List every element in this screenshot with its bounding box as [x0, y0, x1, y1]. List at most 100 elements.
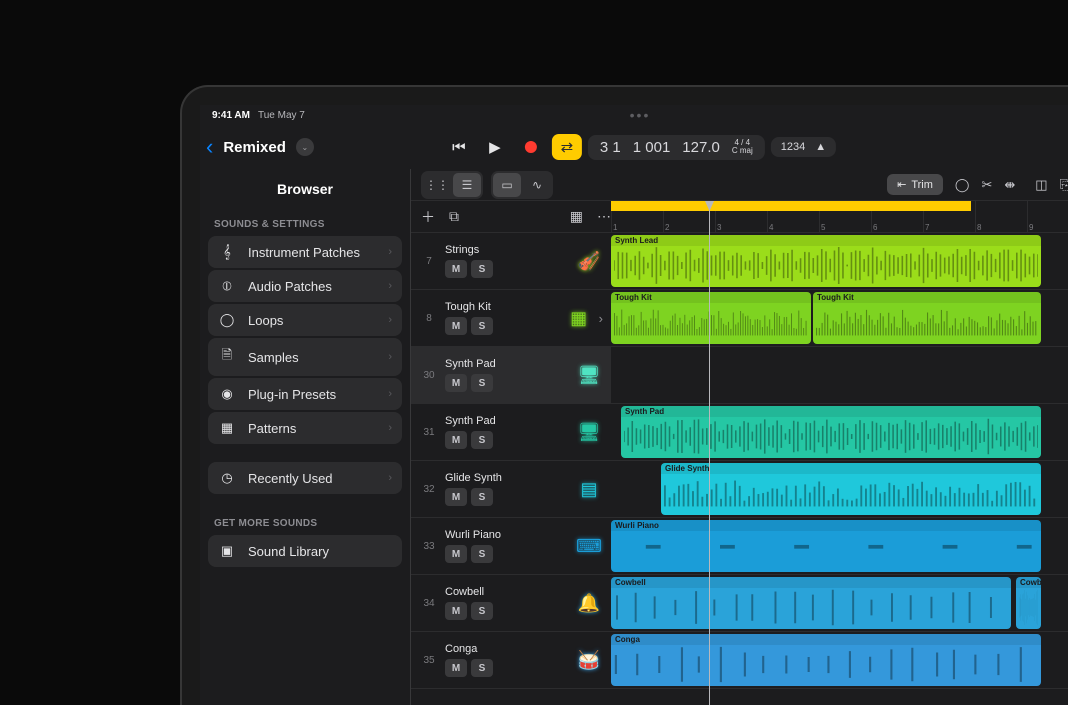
- cycle-button[interactable]: ⇄: [552, 134, 582, 160]
- camera-icon[interactable]: ▦: [570, 208, 583, 225]
- track-lane[interactable]: [611, 347, 1068, 403]
- sidebar-item-label: Samples: [248, 350, 299, 365]
- rewind-button[interactable]: ⏮: [444, 134, 474, 160]
- ruler-marker: 5: [821, 223, 825, 232]
- region-label: Cowbell: [611, 577, 1011, 588]
- solo-button[interactable]: S: [471, 317, 493, 335]
- mute-button[interactable]: M: [445, 602, 467, 620]
- track-row[interactable]: 7 Strings M S 🎻 Synth Lead: [411, 233, 1068, 290]
- lcd-display[interactable]: 3 1 1 001 127.0 4 / 4 C maj: [588, 135, 765, 160]
- track-lane[interactable]: Conga: [611, 632, 1068, 688]
- grid-icon: ▦: [218, 420, 236, 436]
- clock-date: Tue May 7: [258, 110, 305, 121]
- track-lane[interactable]: Synth Lead: [611, 233, 1068, 289]
- sidebar-item-samples[interactable]: 🗎 Samples ›: [208, 338, 402, 376]
- sidebar-item-recently-used[interactable]: ◷ Recently Used ›: [208, 462, 402, 494]
- track-row[interactable]: 32 Glide Synth M S ▤ Glide Synth: [411, 461, 1068, 518]
- back-button[interactable]: ‹ Remixed ⌄: [200, 134, 314, 160]
- add-track-button[interactable]: ＋: [421, 207, 435, 227]
- track-header[interactable]: 7 Strings M S 🎻: [411, 233, 611, 289]
- dial-icon: ◉: [218, 386, 236, 402]
- record-button[interactable]: [516, 134, 546, 160]
- instrument-icon: ⌨: [575, 532, 603, 560]
- track-row[interactable]: 30 Synth Pad M S 🖥: [411, 347, 1068, 404]
- ruler[interactable]: 123456789: [611, 201, 1068, 232]
- region[interactable]: Synth Lead: [611, 235, 1041, 287]
- more-icon[interactable]: ⋯: [597, 208, 611, 225]
- loop-tool-icon[interactable]: ◯: [955, 177, 970, 193]
- ruler-marker: 3: [717, 223, 721, 232]
- solo-button[interactable]: S: [471, 602, 493, 620]
- chevron-down-icon[interactable]: ⌄: [296, 138, 314, 156]
- chevron-right-icon: ›: [388, 280, 392, 292]
- track-header[interactable]: 33 Wurli Piano M S ⌨: [411, 518, 611, 574]
- sidebar-item-instrument-patches[interactable]: 𝄞 Instrument Patches ›: [208, 236, 402, 268]
- region[interactable]: Conga: [611, 634, 1041, 686]
- grid-view-button[interactable]: ⋮⋮: [423, 173, 451, 197]
- track-header[interactable]: 31 Synth Pad M S 🖥: [411, 404, 611, 460]
- sidebar-item-plug-in-presets[interactable]: ◉ Plug-in Presets ›: [208, 378, 402, 410]
- play-button[interactable]: ▶: [480, 134, 510, 160]
- duplicate-track-button[interactable]: ⧉: [449, 208, 459, 225]
- track-row[interactable]: 33 Wurli Piano M S ⌨ Wurli Piano: [411, 518, 1068, 575]
- mute-button[interactable]: M: [445, 374, 467, 392]
- sidebar-item-audio-patches[interactable]: ⦶ Audio Patches ›: [208, 270, 402, 302]
- list-view-button[interactable]: ☰: [453, 173, 481, 197]
- track-header[interactable]: 32 Glide Synth M S ▤: [411, 461, 611, 517]
- mute-button[interactable]: M: [445, 260, 467, 278]
- region[interactable]: Cowbell: [611, 577, 1011, 629]
- mute-button[interactable]: M: [445, 317, 467, 335]
- track-row[interactable]: 34 Cowbell M S 🔔 Cowbell Cowbell: [411, 575, 1068, 632]
- split-icon[interactable]: ⇼: [1004, 177, 1015, 193]
- track-lane[interactable]: Wurli Piano: [611, 518, 1068, 574]
- track-lane[interactable]: Glide Synth: [611, 461, 1068, 517]
- catch-icon[interactable]: ⎘: [1060, 177, 1068, 193]
- mute-button[interactable]: M: [445, 431, 467, 449]
- marquee-icon[interactable]: ◫: [1035, 177, 1047, 193]
- track-header[interactable]: 35 Conga M S 🥁: [411, 632, 611, 688]
- clock-time: 9:41 AM: [212, 110, 250, 121]
- region[interactable]: Tough Kit: [611, 292, 811, 344]
- playhead[interactable]: [709, 201, 710, 705]
- scissors-icon[interactable]: ✂: [981, 177, 992, 193]
- track-header[interactable]: 30 Synth Pad M S 🖥: [411, 347, 611, 403]
- mute-button[interactable]: M: [445, 659, 467, 677]
- trim-tool-button[interactable]: ⇤ Trim: [887, 174, 943, 195]
- sidebar-item-sound-library[interactable]: ▣ Sound Library: [208, 535, 402, 567]
- solo-button[interactable]: S: [471, 545, 493, 563]
- waveform: [614, 646, 1038, 683]
- sidebar-item-loops[interactable]: ◯ Loops ›: [208, 304, 402, 336]
- track-lane[interactable]: Cowbell Cowbell: [611, 575, 1068, 631]
- region[interactable]: Wurli Piano: [611, 520, 1041, 572]
- region-view-button[interactable]: ▭: [493, 173, 521, 197]
- track-row[interactable]: 35 Conga M S 🥁 Conga: [411, 632, 1068, 689]
- region[interactable]: Glide Synth: [661, 463, 1041, 515]
- automation-view-button[interactable]: ∿: [523, 173, 551, 197]
- window-grabber-icon[interactable]: •••: [630, 107, 651, 123]
- solo-button[interactable]: S: [471, 260, 493, 278]
- solo-button[interactable]: S: [471, 431, 493, 449]
- solo-button[interactable]: S: [471, 488, 493, 506]
- solo-button[interactable]: S: [471, 374, 493, 392]
- chevron-left-icon: ‹: [206, 134, 213, 160]
- loop-region[interactable]: [611, 201, 971, 211]
- track-lane[interactable]: Synth Pad: [611, 404, 1068, 460]
- mute-button[interactable]: M: [445, 488, 467, 506]
- mute-button[interactable]: M: [445, 545, 467, 563]
- piano-keys-icon: 𝄞: [218, 244, 236, 260]
- region[interactable]: Synth Pad: [621, 406, 1041, 458]
- track-row[interactable]: 8 Tough Kit M S ▦ ›Tough Kit Tough Kit: [411, 290, 1068, 347]
- metronome-icon[interactable]: ▲: [815, 141, 826, 153]
- chevron-right-icon[interactable]: ›: [599, 311, 603, 326]
- track-header[interactable]: 8 Tough Kit M S ▦ ›: [411, 290, 611, 346]
- track-lane[interactable]: Tough Kit Tough Kit: [611, 290, 1068, 346]
- track-header[interactable]: 34 Cowbell M S 🔔: [411, 575, 611, 631]
- lcd-extra[interactable]: 1234 ▲: [771, 137, 836, 157]
- region[interactable]: Tough Kit: [813, 292, 1041, 344]
- sidebar-item-patterns[interactable]: ▦ Patterns ›: [208, 412, 402, 444]
- solo-button[interactable]: S: [471, 659, 493, 677]
- track-row[interactable]: 31 Synth Pad M S 🖥 Synth Pad: [411, 404, 1068, 461]
- sidebar-item-label: Instrument Patches: [248, 245, 360, 260]
- region[interactable]: Cowbell: [1016, 577, 1041, 629]
- instrument-icon: ▤: [575, 475, 603, 503]
